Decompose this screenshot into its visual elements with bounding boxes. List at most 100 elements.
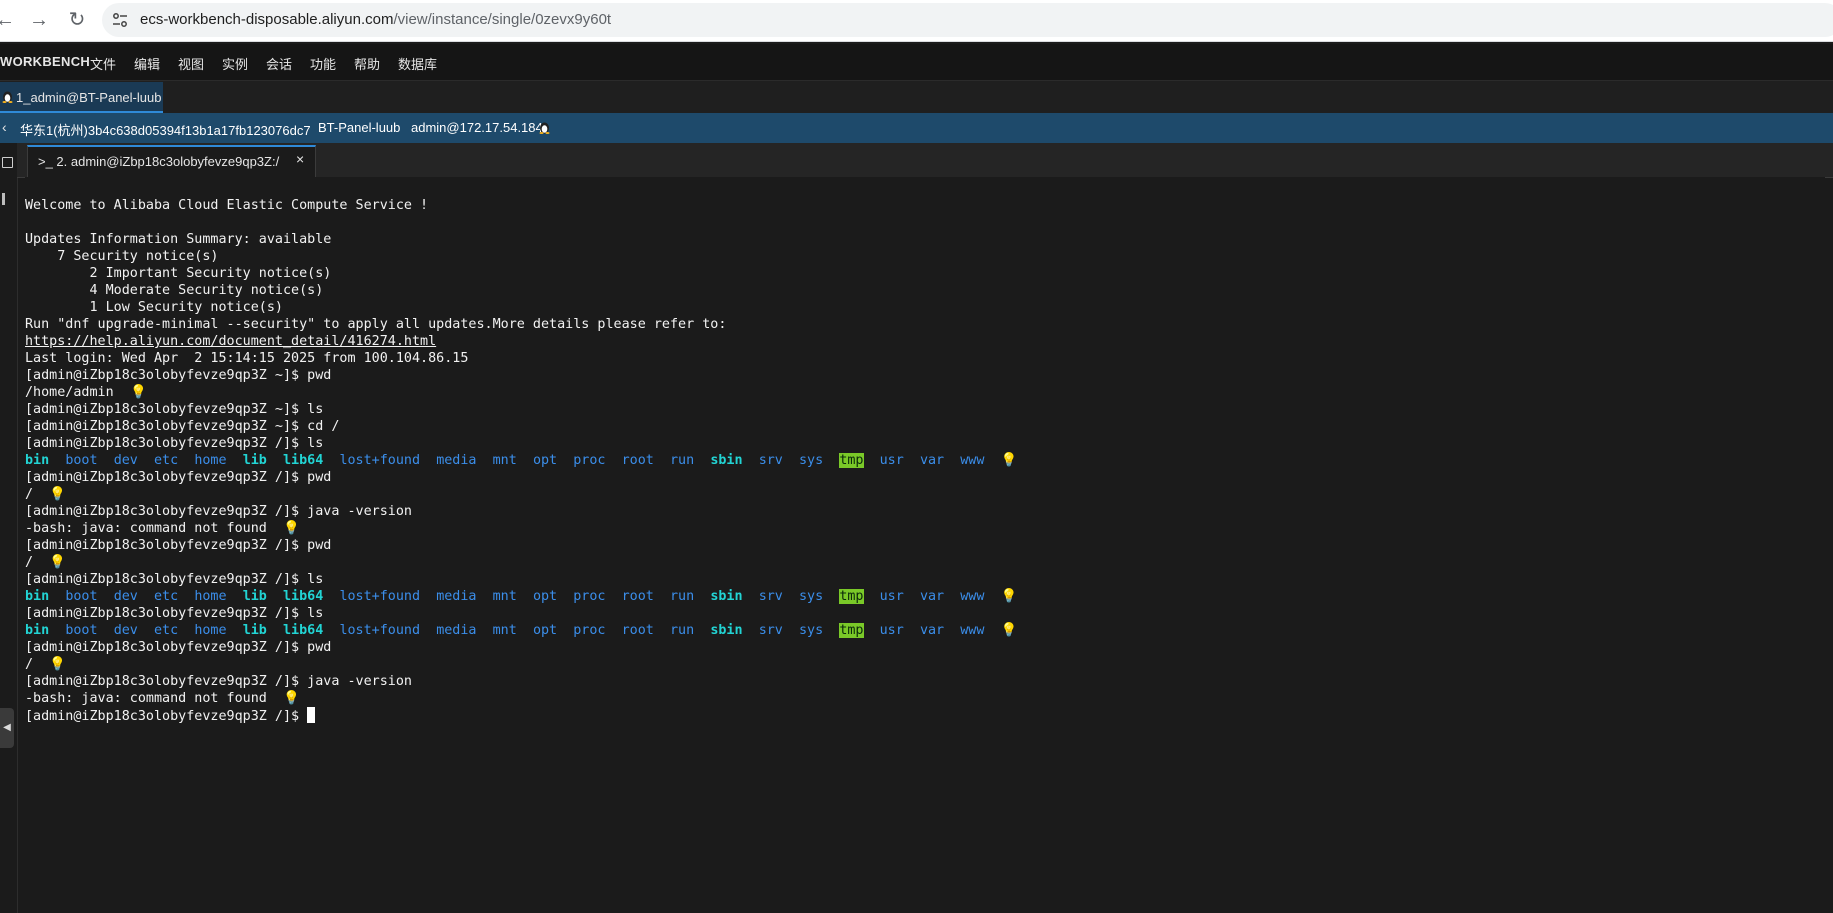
ls-entry: root <box>621 623 654 638</box>
lightbulb-icon[interactable]: 💡 <box>1001 588 1018 605</box>
menu-view[interactable]: 视图 <box>178 54 204 73</box>
session-tab-label: 1_admin@BT-Panel-luub <box>16 90 162 105</box>
terminal-line: [admin@iZbp18c3olobyfevze9qp3Z ~]$ cd / <box>25 419 340 434</box>
ls-entry: www <box>960 589 985 604</box>
ls-entry: lib64 <box>283 453 324 468</box>
layout-toggle-icon[interactable] <box>2 157 13 168</box>
url-host: ecs-workbench-disposable.aliyun.com <box>140 11 394 28</box>
chevron-left-icon[interactable]: ‹ <box>2 119 7 135</box>
terminal-tab[interactable]: >_ 2. admin@iZbp18c3olobyfevze9qp3Z:/ × <box>27 145 316 177</box>
menu-function[interactable]: 功能 <box>310 54 336 73</box>
ls-entry: dev <box>113 623 138 638</box>
lightbulb-icon[interactable]: 💡 <box>49 656 66 673</box>
linux-tux-icon <box>539 122 550 134</box>
linux-tux-icon <box>2 91 13 103</box>
terminal-line: [admin@iZbp18c3olobyfevze9qp3Z /]$ ls <box>25 436 324 451</box>
terminal-tab-label: >_ 2. admin@iZbp18c3olobyfevze9qp3Z:/ <box>38 154 280 169</box>
ls-entry: dev <box>113 453 138 468</box>
lightbulb-icon[interactable]: 💡 <box>49 486 66 503</box>
ls-entry: sbin <box>710 453 743 468</box>
ls-entry: opt <box>532 589 558 604</box>
menu-session[interactable]: 会话 <box>266 54 292 73</box>
terminal-line: [admin@iZbp18c3olobyfevze9qp3Z /]$ java … <box>25 674 412 689</box>
ls-entry: srv <box>758 623 783 638</box>
terminal-line: [admin@iZbp18c3olobyfevze9qp3Z ~]$ pwd <box>25 368 332 383</box>
terminal-output[interactable]: Welcome to Alibaba Cloud Elastic Compute… <box>25 177 1825 913</box>
instance-name: BT-Panel-luub <box>318 120 401 135</box>
terminal-output-text: /home/admin <box>25 385 114 400</box>
terminal-line: / 💡 <box>25 554 66 571</box>
ls-entry: boot <box>65 623 98 638</box>
ls-entry: sys <box>799 623 824 638</box>
ls-entry: lib64 <box>283 589 324 604</box>
ls-entry: lost+found <box>339 623 421 638</box>
reload-icon[interactable]: ↻ <box>66 9 88 31</box>
terminal-tab-bar: >_ 2. admin@iZbp18c3olobyfevze9qp3Z:/ × <box>17 143 1833 178</box>
instance-login: admin@172.17.54.184 <box>411 120 543 135</box>
ls-entry: run <box>670 453 695 468</box>
ls-entry: etc <box>154 453 179 468</box>
ls-entry: home <box>194 623 227 638</box>
back-arrow-icon[interactable]: ← <box>0 9 16 31</box>
menu-database[interactable]: 数据库 <box>398 54 437 73</box>
terminal-line: 1 Low Security notice(s) <box>25 300 283 315</box>
ls-entry: tmp <box>839 453 864 468</box>
terminal-output-text: / <box>25 487 34 502</box>
ls-entry: www <box>960 623 985 638</box>
ls-entry: lost+found <box>339 453 421 468</box>
ls-entry: etc <box>154 589 179 604</box>
session-tab-strip: 1_admin@BT-Panel-luub <box>0 80 1833 114</box>
menu-instance[interactable]: 实例 <box>222 54 248 73</box>
ls-entry: proc <box>573 623 606 638</box>
ls-entry: mnt <box>492 453 517 468</box>
lightbulb-icon[interactable]: 💡 <box>283 690 300 707</box>
ls-entry: root <box>621 453 654 468</box>
lightbulb-icon[interactable]: 💡 <box>49 554 66 571</box>
ls-entry: tmp <box>839 589 864 604</box>
lightbulb-icon[interactable]: 💡 <box>1001 622 1018 639</box>
ls-entry: sys <box>799 589 824 604</box>
ls-entry: media <box>436 453 477 468</box>
menu-file[interactable]: 文件 <box>90 54 116 73</box>
ls-output-line: bin boot dev etc home lib lib64 lost+fou… <box>25 452 1018 469</box>
terminal-line: 4 Moderate Security notice(s) <box>25 283 324 298</box>
close-icon[interactable]: × <box>296 151 304 167</box>
lightbulb-icon[interactable]: 💡 <box>130 384 147 401</box>
menu-edit[interactable]: 编辑 <box>134 54 160 73</box>
ls-entry: proc <box>573 453 606 468</box>
terminal-output-text: -bash: java: command not found <box>25 691 267 706</box>
ls-entry: boot <box>65 453 98 468</box>
lightbulb-icon[interactable]: 💡 <box>1001 452 1018 469</box>
terminal-line: [admin@iZbp18c3olobyfevze9qp3Z /]$ pwd <box>25 470 332 485</box>
ls-output-line: bin boot dev etc home lib lib64 lost+fou… <box>25 588 1018 605</box>
collapse-arrow-icon[interactable]: ◀ <box>0 708 14 748</box>
terminal-line: -bash: java: command not found 💡 <box>25 690 300 707</box>
ls-entry: dev <box>113 589 138 604</box>
ls-entry: sbin <box>710 623 743 638</box>
address-bar[interactable]: ecs-workbench-disposable.aliyun.com/view… <box>102 3 1833 37</box>
lightbulb-icon[interactable]: 💡 <box>283 520 300 537</box>
help-link[interactable]: https://help.aliyun.com/document_detail/… <box>25 333 436 350</box>
forward-arrow-icon[interactable]: → <box>28 9 50 31</box>
ls-entry: home <box>194 453 227 468</box>
rail-indicator <box>2 193 5 205</box>
terminal-line: -bash: java: command not found 💡 <box>25 520 300 537</box>
terminal-line: / 💡 <box>25 486 66 503</box>
terminal-prompt: [admin@iZbp18c3olobyfevze9qp3Z /]$ <box>25 709 308 724</box>
ls-entry: bin <box>25 589 50 604</box>
url-path: /view/instance/single/0zevx9y60t <box>393 11 612 28</box>
menu-help[interactable]: 帮助 <box>354 54 380 73</box>
ls-entry: usr <box>879 589 904 604</box>
session-tab[interactable]: 1_admin@BT-Panel-luub <box>0 82 163 113</box>
site-settings-icon[interactable] <box>112 12 128 28</box>
ls-entry: root <box>621 589 654 604</box>
ls-entry: var <box>919 589 945 604</box>
ls-entry: srv <box>758 453 783 468</box>
ls-entry: lib <box>242 589 267 604</box>
terminal-line: / 💡 <box>25 656 66 673</box>
terminal-line: Updates Information Summary: available <box>25 232 332 247</box>
ls-entry: media <box>436 589 477 604</box>
ls-entry: lib64 <box>283 623 324 638</box>
ls-entry: var <box>919 453 945 468</box>
url-text[interactable]: ecs-workbench-disposable.aliyun.com/view… <box>140 11 611 28</box>
